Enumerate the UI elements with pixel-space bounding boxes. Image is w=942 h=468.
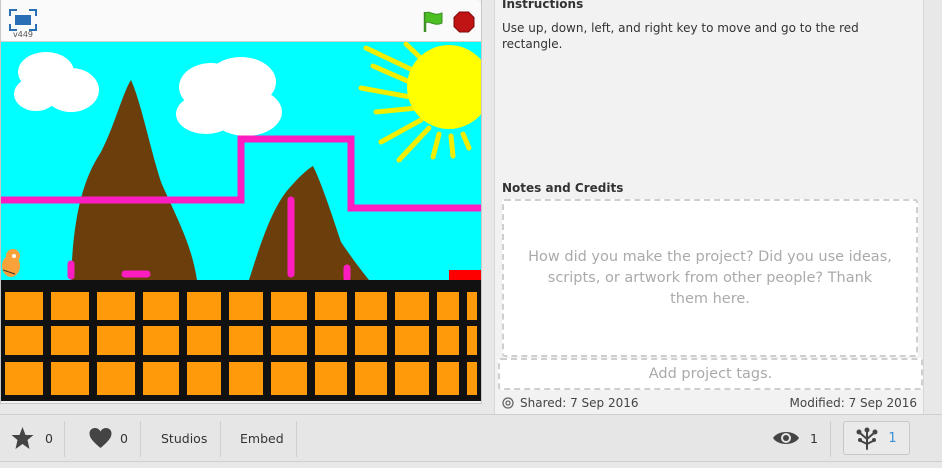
divider bbox=[830, 421, 831, 457]
views-count: 1 bbox=[810, 430, 818, 446]
fullscreen-icon[interactable] bbox=[9, 9, 37, 31]
project-stats-bar: 0 0 Studios Embed 1 1 bbox=[0, 414, 942, 462]
notes-placeholder: How did you make the project? Did you us… bbox=[528, 248, 892, 307]
notes-field[interactable]: How did you make the project? Did you us… bbox=[502, 199, 918, 357]
tags-placeholder: Add project tags. bbox=[648, 366, 773, 382]
instructions-text[interactable]: Use up, down, left, and right key to mov… bbox=[502, 20, 917, 52]
remix-tree-button[interactable]: 1 bbox=[843, 421, 910, 455]
love-button[interactable]: 0 bbox=[88, 415, 128, 461]
ground-bricks bbox=[5, 292, 477, 395]
green-flag-icon[interactable] bbox=[421, 10, 445, 34]
tags-field[interactable]: Add project tags. bbox=[498, 358, 923, 390]
modified-date: Modified: 7 Sep 2016 bbox=[789, 396, 917, 410]
project-player: v449 bbox=[0, 0, 482, 404]
heart-icon bbox=[89, 428, 112, 448]
star-icon bbox=[11, 427, 34, 449]
remix-tree-icon bbox=[856, 427, 878, 450]
notes-heading: Notes and Credits bbox=[502, 181, 624, 195]
stage-ground bbox=[1, 280, 481, 401]
player-controls-bar: v449 bbox=[1, 0, 481, 42]
views-stat: 1 bbox=[772, 415, 818, 461]
remix-count: 1 bbox=[888, 430, 897, 446]
shared-icon bbox=[502, 397, 514, 409]
shared-date: Shared: 7 Sep 2016 bbox=[502, 396, 639, 410]
eye-icon bbox=[773, 432, 799, 444]
stop-sign-icon[interactable] bbox=[453, 11, 475, 33]
embed-button[interactable]: Embed bbox=[240, 415, 284, 461]
studios-button[interactable]: Studios bbox=[161, 415, 207, 461]
goal-rectangle bbox=[449, 270, 481, 280]
project-info-panel: Instructions Use up, down, left, and rig… bbox=[494, 0, 924, 414]
instructions-heading: Instructions bbox=[502, 0, 584, 11]
divider bbox=[140, 421, 141, 457]
favorite-button[interactable]: 0 bbox=[10, 415, 53, 461]
divider bbox=[220, 421, 221, 457]
project-stage[interactable] bbox=[1, 42, 481, 401]
divider bbox=[64, 421, 65, 457]
divider bbox=[296, 421, 297, 457]
player-version: v449 bbox=[13, 30, 34, 39]
loves-count: 0 bbox=[120, 430, 128, 446]
favorites-count: 0 bbox=[45, 430, 53, 446]
shared-label: Shared: 7 Sep 2016 bbox=[520, 396, 639, 410]
